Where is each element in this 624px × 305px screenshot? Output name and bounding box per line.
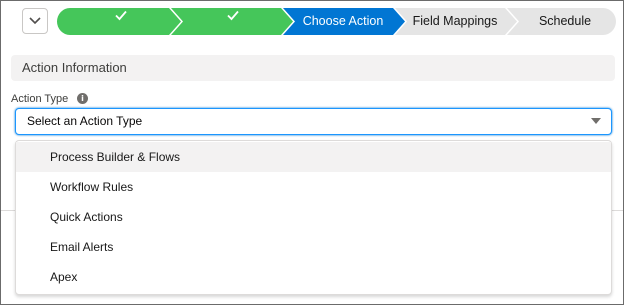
chevron-down-icon: [29, 17, 41, 25]
info-icon[interactable]: i: [77, 93, 88, 104]
action-type-label: Action Type: [11, 93, 69, 105]
option-apex[interactable]: Apex: [16, 262, 611, 292]
check-icon: [227, 10, 239, 21]
option-quick-actions[interactable]: Quick Actions: [16, 202, 611, 232]
path-step-field-mappings[interactable]: Field Mappings: [405, 8, 505, 35]
path-toggle-button[interactable]: [22, 8, 48, 34]
check-icon: [115, 10, 127, 21]
path-step-schedule[interactable]: Schedule: [517, 8, 613, 35]
option-label: Quick Actions: [50, 210, 123, 224]
option-workflow-rules[interactable]: Workflow Rules: [16, 172, 611, 202]
path-step-choose-action[interactable]: Choose Action: [293, 8, 393, 35]
option-label: Workflow Rules: [50, 180, 134, 194]
option-email-alerts[interactable]: Email Alerts: [16, 232, 611, 262]
option-process-builder-flows[interactable]: Process Builder & Flows: [16, 142, 611, 172]
option-label: Email Alerts: [50, 240, 114, 254]
option-label: Apex: [50, 270, 78, 284]
caret-down-icon: [591, 118, 601, 124]
section-title: Action Information: [22, 60, 127, 75]
progress-path: Choose Action Field Mappings Schedule: [57, 8, 616, 35]
action-type-select[interactable]: Select an Action Type: [15, 108, 612, 135]
action-type-value: Select an Action Type: [27, 114, 143, 128]
action-type-listbox: Process Builder & Flows Workflow Rules Q…: [15, 140, 612, 295]
section-header[interactable]: Action Information: [11, 55, 615, 81]
option-label: Process Builder & Flows: [50, 150, 181, 164]
